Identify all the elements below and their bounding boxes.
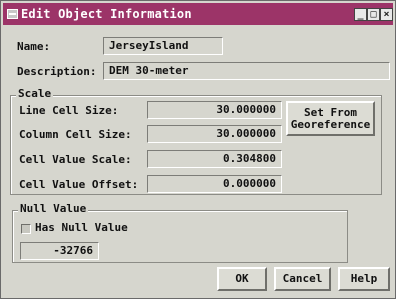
edit-object-dialog: Edit Object Information _ □ × Name: Jers…	[0, 0, 396, 299]
line-cell-size-field[interactable]: 30.000000	[147, 101, 282, 119]
description-field[interactable]: DEM 30-meter	[103, 62, 390, 80]
cell-value-offset-label: Cell Value Offset:	[19, 178, 139, 191]
name-field[interactable]: JerseyIsland	[103, 37, 223, 55]
maximize-button[interactable]: □	[367, 8, 380, 21]
close-button[interactable]: ×	[380, 8, 393, 21]
cell-value-scale-label: Cell Value Scale:	[19, 153, 132, 166]
null-value-group-label: Null Value	[18, 202, 89, 215]
column-cell-size-label: Column Cell Size:	[19, 128, 132, 141]
description-label: Description:	[17, 65, 97, 78]
has-null-value-checkbox[interactable]	[21, 224, 31, 234]
title-bar[interactable]: Edit Object Information _ □ ×	[3, 3, 393, 25]
has-null-value-label: Has Null Value	[35, 221, 128, 234]
line-cell-size-label: Line Cell Size:	[19, 104, 119, 117]
dialog-title: Edit Object Information	[21, 7, 192, 21]
ok-button[interactable]: OK	[217, 267, 267, 291]
help-button[interactable]: Help	[338, 267, 390, 291]
cancel-button[interactable]: Cancel	[274, 267, 331, 291]
name-label: Name:	[17, 40, 51, 53]
column-cell-size-field[interactable]: 30.000000	[147, 125, 282, 143]
scale-group-label: Scale	[16, 87, 54, 100]
set-from-georeference-button[interactable]: Set From Georeference	[286, 101, 375, 136]
null-value-field[interactable]: -32766	[20, 242, 99, 260]
minimize-button[interactable]: _	[354, 8, 367, 21]
cell-value-scale-field[interactable]: 0.304800	[147, 150, 282, 168]
cell-value-offset-field[interactable]: 0.000000	[147, 175, 282, 193]
system-menu-icon[interactable]	[7, 9, 18, 19]
